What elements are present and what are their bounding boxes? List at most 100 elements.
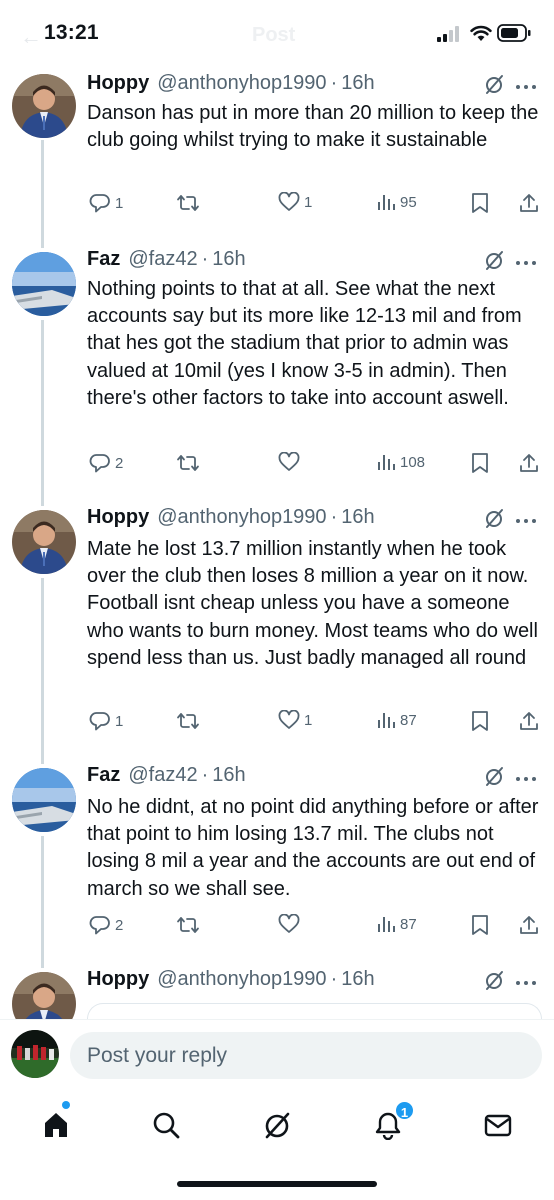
- reply-icon: [89, 712, 110, 731]
- avatar[interactable]: [12, 768, 76, 832]
- analytics-icon: [378, 455, 395, 470]
- tweet-text: Danson has put in more than 20 million t…: [87, 102, 539, 152]
- status-time: 13:21: [44, 21, 99, 44]
- tweet-actions: 1 1 95: [0, 192, 554, 222]
- timestamp[interactable]: 16h: [341, 506, 374, 529]
- share-icon[interactable]: [518, 914, 540, 936]
- analytics-icon: [378, 713, 395, 728]
- tweet-header: Faz @faz42 · 16h: [87, 764, 246, 792]
- status-bar: ← Post 13:21: [0, 0, 554, 66]
- separator-dot: ·: [330, 506, 338, 528]
- separator-dot: ·: [201, 248, 209, 270]
- timestamp[interactable]: 16h: [341, 72, 374, 95]
- notification-badge: 1: [394, 1100, 415, 1121]
- share-icon[interactable]: [518, 452, 540, 474]
- display-name[interactable]: Hoppy: [87, 72, 149, 95]
- display-name[interactable]: Faz: [87, 764, 120, 787]
- analytics-icon: [378, 195, 395, 210]
- more-options-icon[interactable]: [515, 776, 537, 782]
- views-button[interactable]: 87: [376, 710, 417, 730]
- unread-dot: [62, 1101, 70, 1109]
- view-count: 87: [400, 711, 417, 729]
- repost-icon: [177, 917, 199, 933]
- tweet-header: Faz @faz42 · 16h: [87, 248, 246, 276]
- tweet[interactable]: Hoppy @anthonyhop1990 · 16h Mate he lost…: [0, 506, 554, 746]
- views-button[interactable]: 95: [376, 192, 417, 212]
- wifi-icon: [470, 25, 492, 41]
- like-button[interactable]: 1: [278, 710, 312, 730]
- timestamp[interactable]: 16h: [212, 248, 245, 271]
- view-count: 95: [400, 193, 417, 211]
- separator-dot: ·: [201, 764, 209, 786]
- more-options-icon[interactable]: [515, 260, 537, 266]
- like-button[interactable]: 1: [278, 192, 312, 212]
- display-name[interactable]: Hoppy: [87, 968, 149, 991]
- display-name[interactable]: Faz: [87, 248, 120, 271]
- tweet-text: No he didnt, at no point did anything be…: [87, 796, 539, 900]
- reply-button[interactable]: 1: [89, 192, 123, 214]
- grok-icon[interactable]: [483, 73, 505, 95]
- tweet-header: Hoppy @anthonyhop1990 · 16h: [87, 968, 375, 996]
- reply-button[interactable]: 1: [89, 710, 123, 732]
- reply-count: 1: [115, 712, 124, 730]
- tweet-text: Nothing points to that at all. See what …: [87, 278, 522, 409]
- like-count: 1: [304, 193, 313, 211]
- home-indicator[interactable]: [177, 1181, 377, 1187]
- tab-grok[interactable]: [257, 1105, 297, 1145]
- tab-home[interactable]: [36, 1105, 76, 1145]
- reply-icon: [89, 454, 110, 473]
- user-handle[interactable]: @faz42: [128, 248, 197, 271]
- view-count: 87: [400, 915, 417, 933]
- bookmark-icon[interactable]: [471, 192, 489, 214]
- tab-search[interactable]: [146, 1105, 186, 1145]
- more-options-icon[interactable]: [515, 518, 537, 524]
- repost-button[interactable]: [176, 452, 204, 474]
- tweet-header: Hoppy @anthonyhop1990 · 16h: [87, 506, 375, 534]
- like-button[interactable]: [278, 452, 304, 472]
- more-options-icon[interactable]: [515, 980, 537, 986]
- messages-icon: [484, 1114, 512, 1137]
- repost-button[interactable]: [176, 914, 204, 936]
- grok-icon[interactable]: [483, 507, 505, 529]
- reply-input[interactable]: Post your reply: [70, 1032, 542, 1079]
- avatar[interactable]: [12, 252, 76, 316]
- user-handle[interactable]: @anthonyhop1990: [157, 968, 326, 991]
- repost-button[interactable]: [176, 192, 204, 214]
- tweet[interactable]: Hoppy @anthonyhop1990 · 16h Danson has p…: [0, 72, 554, 232]
- reply-count: 1: [115, 194, 124, 212]
- avatar[interactable]: [11, 1030, 59, 1078]
- share-icon[interactable]: [518, 192, 540, 214]
- heart-icon: [278, 710, 300, 729]
- home-icon: [45, 1113, 67, 1137]
- display-name[interactable]: Hoppy: [87, 506, 149, 529]
- timestamp[interactable]: 16h: [341, 968, 374, 991]
- user-handle[interactable]: @anthonyhop1990: [157, 506, 326, 529]
- back-arrow-icon[interactable]: ←: [20, 24, 42, 50]
- grok-icon[interactable]: [483, 765, 505, 787]
- tweet[interactable]: Faz @faz42 · 16h Nothing points to that …: [0, 248, 554, 488]
- reply-button[interactable]: 2: [89, 914, 123, 936]
- reply-icon: [89, 194, 110, 213]
- user-handle[interactable]: @faz42: [128, 764, 197, 787]
- timestamp[interactable]: 16h: [212, 764, 245, 787]
- more-options-icon[interactable]: [515, 84, 537, 90]
- bookmark-icon[interactable]: [471, 710, 489, 732]
- battery-icon: [497, 24, 531, 42]
- reply-button[interactable]: 2: [89, 452, 123, 474]
- grok-icon[interactable]: [483, 249, 505, 271]
- views-button[interactable]: 87: [376, 914, 417, 934]
- grok-icon[interactable]: [483, 969, 505, 991]
- tweet-text: Mate he lost 13.7 million instantly when…: [87, 538, 538, 669]
- views-button[interactable]: 108: [376, 452, 425, 472]
- share-icon[interactable]: [518, 710, 540, 732]
- tweet[interactable]: Faz @faz42 · 16h No he didnt, at no poin…: [0, 764, 554, 954]
- tweet-actions: 1 1 87: [0, 710, 554, 740]
- bookmark-icon[interactable]: [471, 914, 489, 936]
- like-button[interactable]: [278, 914, 304, 934]
- user-handle[interactable]: @anthonyhop1990: [157, 72, 326, 95]
- repost-button[interactable]: [176, 710, 204, 732]
- bookmark-icon[interactable]: [471, 452, 489, 474]
- tab-messages[interactable]: [478, 1105, 518, 1145]
- avatar[interactable]: [12, 74, 76, 138]
- avatar[interactable]: [12, 510, 76, 574]
